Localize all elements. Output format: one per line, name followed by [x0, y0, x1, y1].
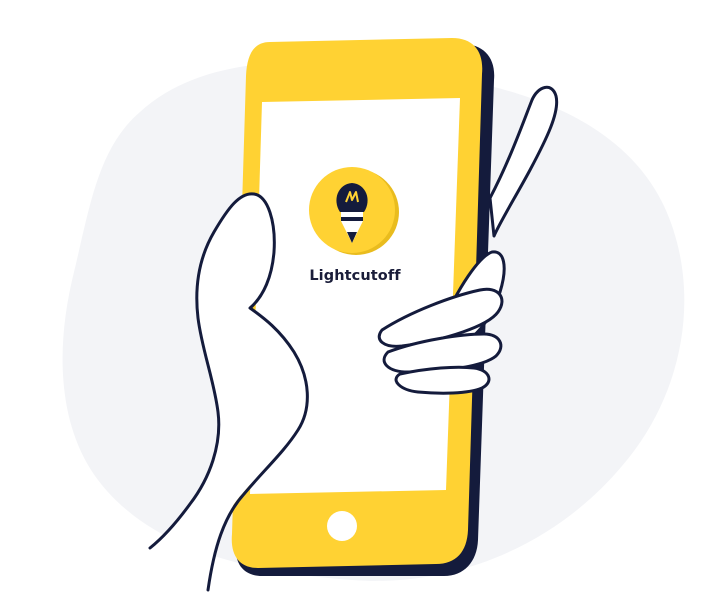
- right-finger-3: [394, 365, 491, 395]
- brand-name: Lightcutoff: [309, 268, 401, 284]
- home-button[interactable]: [327, 511, 357, 541]
- phone-in-hands-illustration: Lightcutoff: [62, 38, 685, 611]
